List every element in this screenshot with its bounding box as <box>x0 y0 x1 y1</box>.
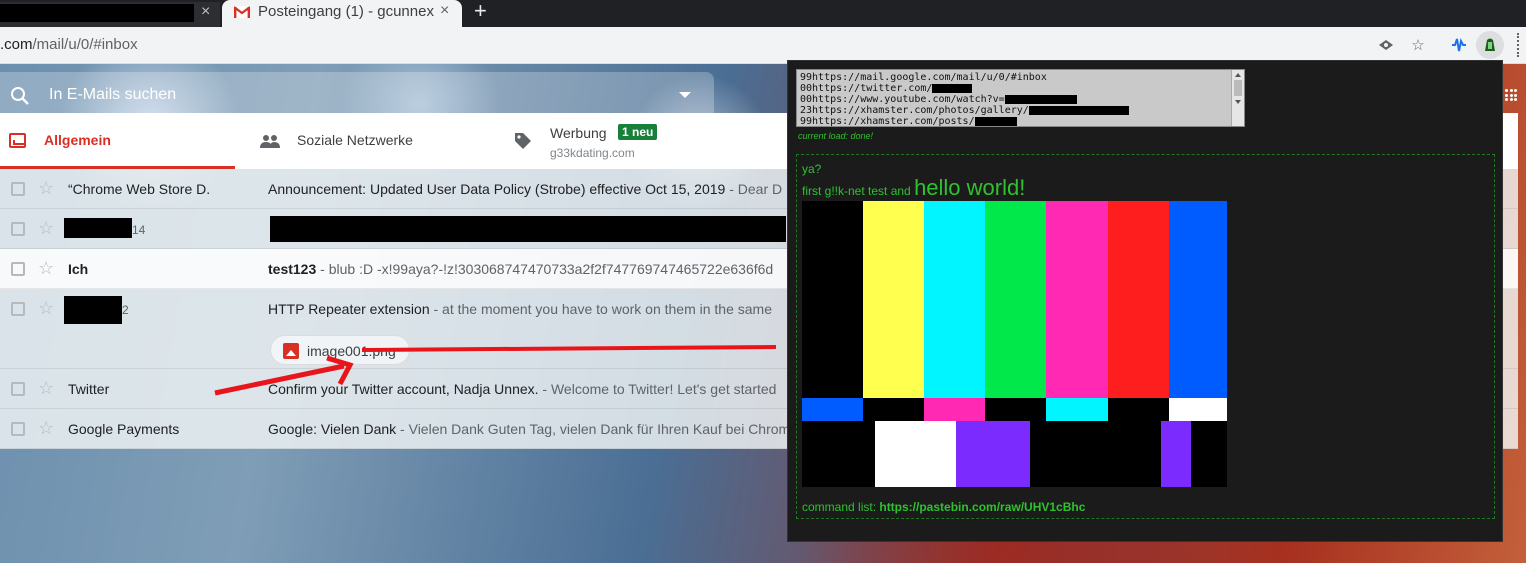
row-checkbox[interactable] <box>11 182 25 196</box>
row-subject: HTTP Repeater extension <box>268 301 430 317</box>
browser-tab-strip: × Posteingang (1) - gcunnex × + <box>0 0 1526 27</box>
thread-count: 2 <box>122 303 129 317</box>
url-host: .com <box>0 36 33 53</box>
row-snippet: - blub :D -x!99aya?-!z!303068747470733a2… <box>316 261 774 277</box>
tab-promotions[interactable]: Werbung 1 neu g33kdating.com <box>510 113 780 169</box>
tab-social-label: Soziale Netzwerke <box>297 132 413 148</box>
log-line: 23https://xhamster.com/photos/gallery/ <box>800 105 1241 116</box>
eye-icon[interactable] <box>1376 35 1396 55</box>
url-text[interactable]: .com/mail/u/0/#inbox <box>0 36 138 53</box>
redacted-subject <box>270 216 786 242</box>
redacted-sender <box>64 296 122 324</box>
row-checkbox[interactable] <box>11 422 25 436</box>
browser-tab-previous[interactable]: × <box>0 2 220 27</box>
load-status: current load: done! <box>798 131 874 141</box>
row-sender: Google Payments <box>68 421 180 437</box>
log-line: 99https://xhamster.com/posts/ <box>800 116 1241 126</box>
tab-close-icon[interactable]: × <box>440 2 449 20</box>
thread-count: 14 <box>132 223 146 237</box>
menu-dots-icon[interactable] <box>1517 33 1519 57</box>
redacted-sender <box>64 218 132 238</box>
search-options-icon[interactable] <box>679 92 691 98</box>
browser-tab-gmail[interactable]: Posteingang (1) - gcunnex × <box>222 0 462 27</box>
scroll-thumb[interactable] <box>1234 80 1242 96</box>
star-icon[interactable]: ☆ <box>38 258 54 279</box>
test-card-image <box>802 201 1227 487</box>
row-content: test123 - blub :D -x!99aya?-!z!303068747… <box>268 261 788 277</box>
extension-popup: 99https://mail.google.com/mail/u/0/#inbo… <box>787 60 1503 542</box>
payload-greeting: ya? <box>802 162 822 176</box>
extension-bug-icon <box>1485 38 1495 51</box>
star-icon[interactable]: ☆ <box>38 378 54 399</box>
tab-social[interactable]: Soziale Netzwerke <box>255 113 505 169</box>
redaction-block <box>1004 94 1077 104</box>
log-line: 99https://mail.google.com/mail/u/0/#inbo… <box>800 72 1047 83</box>
tab-close-icon[interactable]: × <box>201 3 210 21</box>
inbox-icon <box>9 133 26 148</box>
new-tab-button[interactable]: + <box>474 0 487 24</box>
row-content: Announcement: Updated User Data Policy (… <box>268 181 788 197</box>
command-list-link[interactable]: https://pastebin.com/raw/UHV1cBhc <box>879 500 1085 514</box>
payload-panel: ya? first g!!k-net test and hello world! <box>796 154 1495 519</box>
promotions-sender: g33kdating.com <box>550 146 635 160</box>
row-snippet: - at the moment you have to work on them… <box>429 301 773 317</box>
extension-active-button[interactable] <box>1476 31 1504 59</box>
url-path: /mail/u/0/#inbox <box>32 36 138 53</box>
log-scrollbar[interactable] <box>1231 70 1244 126</box>
tab-title: Posteingang (1) - gcunnex <box>258 3 434 20</box>
row-snippet: - Welcome to Twitter! Let's get started <box>538 381 777 397</box>
row-checkbox[interactable] <box>11 382 25 396</box>
redaction-block <box>1028 105 1129 115</box>
redacted-tab-title <box>0 4 194 22</box>
redaction-block <box>974 116 1017 126</box>
log-line: 00https://twitter.com/ <box>800 83 1241 94</box>
row-subject: Confirm your Twitter account, Nadja Unne… <box>268 381 539 397</box>
row-checkbox[interactable] <box>11 222 25 236</box>
payload-line-small: first g!!k-net test and <box>802 184 915 198</box>
row-sender: Ich <box>68 261 89 277</box>
row-snippet: - Vielen Dank Guten Tag, vielen Dank für… <box>396 421 788 437</box>
extension-wave-icon[interactable] <box>1449 35 1469 55</box>
star-icon[interactable]: ☆ <box>38 418 54 439</box>
tab-primary[interactable]: Allgemein <box>0 113 235 169</box>
payload-line-big: hello world! <box>914 175 1026 200</box>
apps-grid-icon[interactable] <box>1505 89 1517 101</box>
star-icon[interactable]: ☆ <box>38 218 54 239</box>
row-sender: Twitter <box>68 381 110 397</box>
row-checkbox[interactable] <box>11 302 25 316</box>
image-file-icon <box>283 343 299 359</box>
row-sender: “Chrome Web Store D. <box>68 181 211 197</box>
tab-primary-label: Allgemein <box>44 132 111 148</box>
star-icon[interactable]: ☆ <box>38 298 54 319</box>
star-icon[interactable]: ☆ <box>38 178 54 199</box>
url-log-textarea[interactable]: 99https://mail.google.com/mail/u/0/#inbo… <box>796 69 1245 127</box>
row-content: Google: Vielen Dank - Vielen Dank Guten … <box>268 421 788 437</box>
bookmark-star-icon[interactable]: ☆ <box>1408 35 1428 55</box>
row-checkbox[interactable] <box>11 262 25 276</box>
row-content: HTTP Repeater extension - at the moment … <box>268 301 788 317</box>
scroll-down-icon[interactable] <box>1235 100 1241 104</box>
attachment-chip[interactable]: image001.png <box>270 335 410 365</box>
attachment-filename: image001.png <box>307 343 396 359</box>
search-input[interactable]: In E-Mails suchen <box>49 86 176 104</box>
people-icon <box>260 135 280 148</box>
row-content: Confirm your Twitter account, Nadja Unne… <box>268 381 788 397</box>
scroll-up-icon[interactable] <box>1235 73 1241 77</box>
address-bar[interactable]: .com/mail/u/0/#inbox ☆ <box>0 27 1526 64</box>
row-snippet: - Dear D <box>725 181 783 197</box>
payload-headline: first g!!k-net test and hello world! <box>802 175 1025 201</box>
new-count-badge: 1 neu <box>618 124 658 140</box>
redaction-block <box>932 83 973 93</box>
row-subject: Google: Vielen Dank <box>268 421 397 437</box>
search-icon[interactable] <box>10 86 30 106</box>
log-line: 00https://www.youtube.com/watch?v= <box>800 94 1241 105</box>
command-list: command list: https://pastebin.com/raw/U… <box>802 500 1085 514</box>
tab-promotions-label: Werbung <box>550 125 607 141</box>
row-subject: Announcement: Updated User Data Policy (… <box>268 181 726 197</box>
command-list-label: command list: <box>802 500 880 514</box>
gmail-logo-icon <box>234 6 250 18</box>
screen: × Posteingang (1) - gcunnex × + .com/mai… <box>0 0 1526 563</box>
tag-icon <box>515 133 531 149</box>
row-subject: test123 <box>268 261 317 277</box>
